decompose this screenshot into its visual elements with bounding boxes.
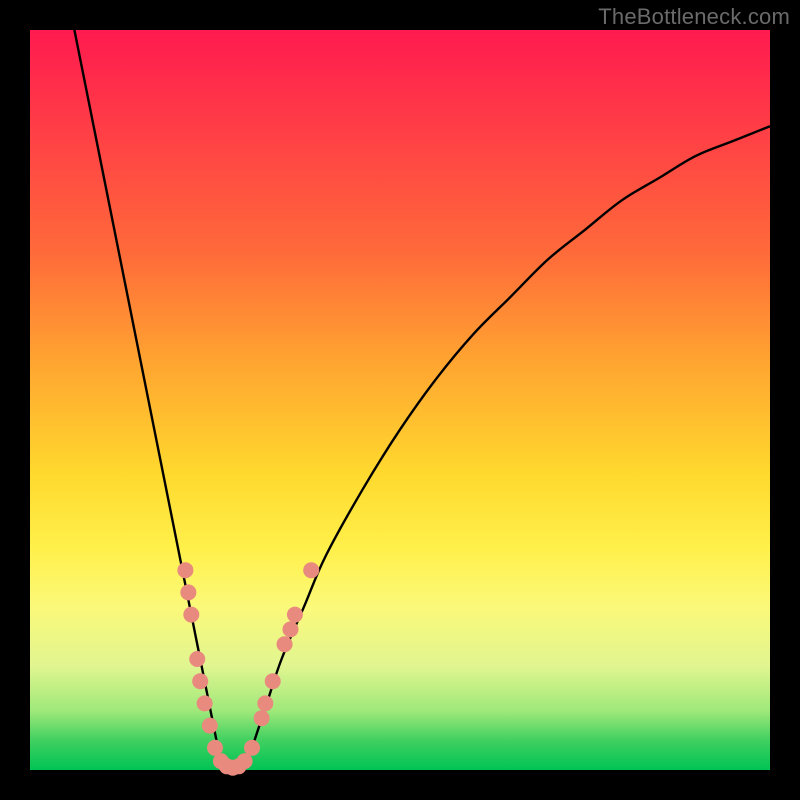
- data-marker: [282, 621, 298, 637]
- data-marker: [303, 562, 319, 578]
- data-marker: [192, 673, 208, 689]
- marker-group: [177, 562, 319, 776]
- watermark-text: TheBottleneck.com: [598, 4, 790, 30]
- data-marker: [254, 710, 270, 726]
- curve-right: [245, 126, 770, 770]
- data-marker: [180, 584, 196, 600]
- data-marker: [265, 673, 281, 689]
- curve-svg: [30, 30, 770, 770]
- data-marker: [177, 562, 193, 578]
- chart-stage: TheBottleneck.com: [0, 0, 800, 800]
- data-marker: [277, 636, 293, 652]
- data-marker: [244, 740, 260, 756]
- data-marker: [202, 718, 218, 734]
- data-marker: [189, 651, 205, 667]
- data-marker: [257, 695, 273, 711]
- data-marker: [197, 695, 213, 711]
- data-marker: [183, 607, 199, 623]
- plot-area: [30, 30, 770, 770]
- data-marker: [287, 607, 303, 623]
